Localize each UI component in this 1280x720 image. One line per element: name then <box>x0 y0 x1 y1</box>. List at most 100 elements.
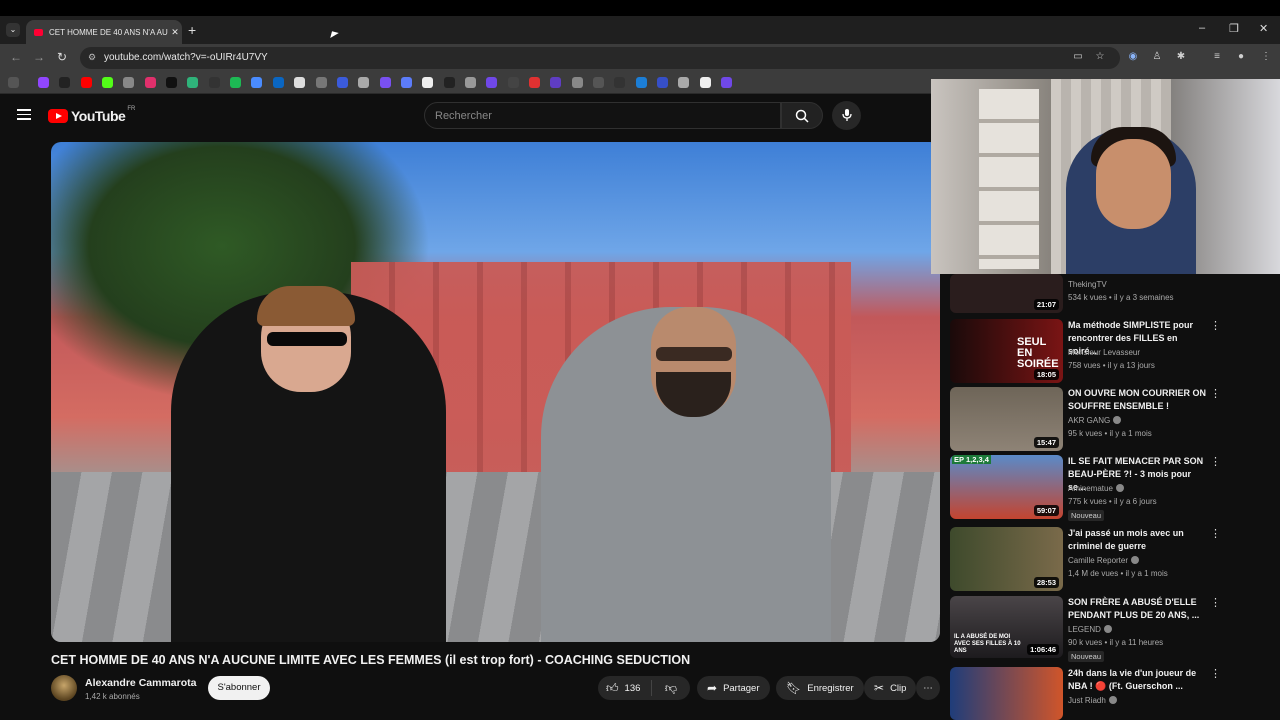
more-actions-button[interactable]: ⋯ <box>916 676 940 700</box>
bookmark-app-icon[interactable] <box>187 77 198 88</box>
video-thumbnail[interactable]: 15:47 <box>950 387 1063 451</box>
new-badge: Nouveau <box>1068 510 1105 521</box>
bookmark-youtube-icon[interactable] <box>81 77 92 88</box>
more-vertical-icon[interactable]: ⋮ <box>1210 319 1221 332</box>
bookmark-app-icon[interactable] <box>721 77 732 88</box>
bookmark-app-icon[interactable] <box>678 77 689 88</box>
bookmark-instagram-icon[interactable] <box>145 77 156 88</box>
search-input[interactable]: Rechercher <box>424 102 781 129</box>
bookmark-app-icon[interactable] <box>657 77 668 88</box>
video-thumbnail[interactable]: EP 1,2,3,4 59:07 <box>950 455 1063 519</box>
channel-name[interactable]: Alexandre Cammarota <box>85 677 196 689</box>
video-title[interactable]: ON OUVRE MON COURRIER ON SOUFFRE ENSEMBL… <box>1068 387 1208 413</box>
bookmark-kick-icon[interactable] <box>102 77 113 88</box>
bookmark-app-icon[interactable] <box>550 77 561 88</box>
bookmark-app-icon[interactable] <box>614 77 625 88</box>
profile-manager-icon[interactable]: ♙ <box>1151 51 1163 63</box>
maximize-button[interactable]: ❐ <box>1229 22 1239 35</box>
video-channel[interactable]: Aminematue <box>1068 484 1124 493</box>
video-thumbnail[interactable]: SEUL EN SOIRÉE 18:05 <box>950 319 1063 383</box>
bookmark-x-icon[interactable] <box>59 77 70 88</box>
menu-icon[interactable] <box>17 109 31 120</box>
bookmark-app-icon[interactable] <box>700 77 711 88</box>
like-button[interactable]: 👍︎ 136 <box>598 680 652 696</box>
bookmark-app-icon[interactable] <box>444 77 455 88</box>
bookmark-tiktok-icon[interactable] <box>166 77 177 88</box>
bookmark-globe-icon[interactable] <box>123 77 134 88</box>
more-vertical-icon[interactable]: ⋮ <box>1210 387 1221 400</box>
search-placeholder: Rechercher <box>435 110 492 122</box>
bookmark-app-icon[interactable] <box>422 77 433 88</box>
minimize-button[interactable]: – <box>1199 22 1205 34</box>
save-button[interactable]: 🔖︎ Enregistrer <box>776 676 864 700</box>
clip-button[interactable]: ✂ Clip <box>864 676 917 700</box>
tab-search-menu-icon[interactable]: ⌄ <box>6 23 20 37</box>
bookmark-app-icon[interactable] <box>358 77 369 88</box>
bookmark-info-icon[interactable] <box>294 77 305 88</box>
video-thumbnail[interactable] <box>950 667 1063 720</box>
subscribe-button[interactable]: S'abonner <box>208 676 270 700</box>
bookmark-app-icon[interactable] <box>529 77 540 88</box>
video-title[interactable]: SON FRÈRE A ABUSÉ D'ELLE PENDANT PLUS DE… <box>1068 596 1208 622</box>
share-button[interactable]: ➦ Partager <box>697 676 770 700</box>
reload-icon[interactable]: ↻ <box>57 50 67 64</box>
install-app-icon[interactable]: ▭ <box>1072 51 1084 63</box>
browser-menu-icon[interactable]: ⋮ <box>1260 51 1272 63</box>
video-channel[interactable]: AKR GANG <box>1068 416 1122 425</box>
video-frame-person-left <box>171 286 446 642</box>
search-button[interactable] <box>781 102 823 129</box>
profile-avatar-icon[interactable]: ● <box>1235 51 1247 63</box>
bookmark-app-icon[interactable] <box>572 77 583 88</box>
forward-icon[interactable]: → <box>33 50 45 64</box>
close-tab-icon[interactable]: ✕ <box>168 27 182 38</box>
bookmark-app-icon[interactable] <box>465 77 476 88</box>
voice-search-button[interactable] <box>832 101 861 130</box>
bookmark-app-icon[interactable] <box>636 77 647 88</box>
video-channel[interactable]: Just Riadh <box>1068 696 1117 705</box>
bookmark-app-icon[interactable] <box>251 77 262 88</box>
extensions-icon[interactable]: ✱ <box>1175 51 1187 63</box>
apps-icon[interactable] <box>8 77 19 88</box>
bookmark-star-icon[interactable]: ☆ <box>1094 51 1106 63</box>
reading-list-icon[interactable]: ≡ <box>1211 51 1223 63</box>
video-channel[interactable]: LEGEND <box>1068 625 1112 634</box>
browser-tab-active[interactable]: CET HOMME DE 40 ANS N'A AUCUNE LIMITE AV… <box>26 20 182 44</box>
bookmark-app-icon[interactable] <box>508 77 519 88</box>
video-title[interactable]: J'ai passé un mois avec un criminel de g… <box>1068 527 1208 553</box>
bookmark-app-icon[interactable] <box>486 77 497 88</box>
video-channel[interactable]: Monsieur Levasseur <box>1068 348 1140 357</box>
bookmark-twitch-icon[interactable] <box>38 77 49 88</box>
dislike-button[interactable]: 👎︎ <box>652 681 690 696</box>
audio-icon[interactable]: ◉ <box>1127 51 1139 63</box>
video-title: CET HOMME DE 40 ANS N'A AUCUNE LIMITE AV… <box>51 653 691 667</box>
video-thumbnail[interactable]: IL A ABUSÉ DE MOI AVEC SES FILLES À 10 A… <box>950 596 1063 658</box>
bookmark-linkedin-icon[interactable] <box>273 77 284 88</box>
bookmark-app-icon[interactable] <box>401 77 412 88</box>
bookmark-app-icon[interactable] <box>380 77 391 88</box>
new-tab-button[interactable]: + <box>188 22 196 38</box>
video-thumbnail[interactable]: 28:53 <box>950 527 1063 591</box>
close-window-button[interactable]: ✕ <box>1259 22 1268 35</box>
video-thumbnail[interactable]: 21:07 <box>950 274 1063 313</box>
bookmark-app-icon[interactable] <box>230 77 241 88</box>
channel-avatar[interactable] <box>51 675 77 701</box>
verified-icon <box>1108 696 1117 704</box>
video-meta: 1,4 M de vues • il y a 1 mois <box>1068 569 1168 578</box>
video-meta: 90 k vues • il y a 11 heures <box>1068 638 1164 647</box>
site-info-icon[interactable]: ⚙ <box>88 52 96 63</box>
bookmark-app-icon[interactable] <box>316 77 327 88</box>
more-vertical-icon[interactable]: ⋮ <box>1210 667 1221 680</box>
more-vertical-icon[interactable]: ⋮ <box>1210 527 1221 540</box>
video-title[interactable]: 24h dans la vie d'un joueur de NBA ! 🔴 (… <box>1068 667 1208 693</box>
bookmark-app-icon[interactable] <box>593 77 604 88</box>
video-player[interactable] <box>51 142 940 642</box>
address-bar[interactable]: ⚙ youtube.com/watch?v=-oUIRr4U7VY <box>80 47 1120 69</box>
youtube-logo[interactable]: YouTube FR <box>48 106 135 124</box>
more-vertical-icon[interactable]: ⋮ <box>1210 455 1221 468</box>
more-vertical-icon[interactable]: ⋮ <box>1210 596 1221 609</box>
video-channel[interactable]: Camille Reporter <box>1068 556 1140 565</box>
back-icon[interactable]: ← <box>10 50 22 64</box>
video-channel[interactable]: ThekingTV <box>1068 280 1107 289</box>
bookmark-app-icon[interactable] <box>209 77 220 88</box>
bookmark-app-icon[interactable] <box>337 77 348 88</box>
